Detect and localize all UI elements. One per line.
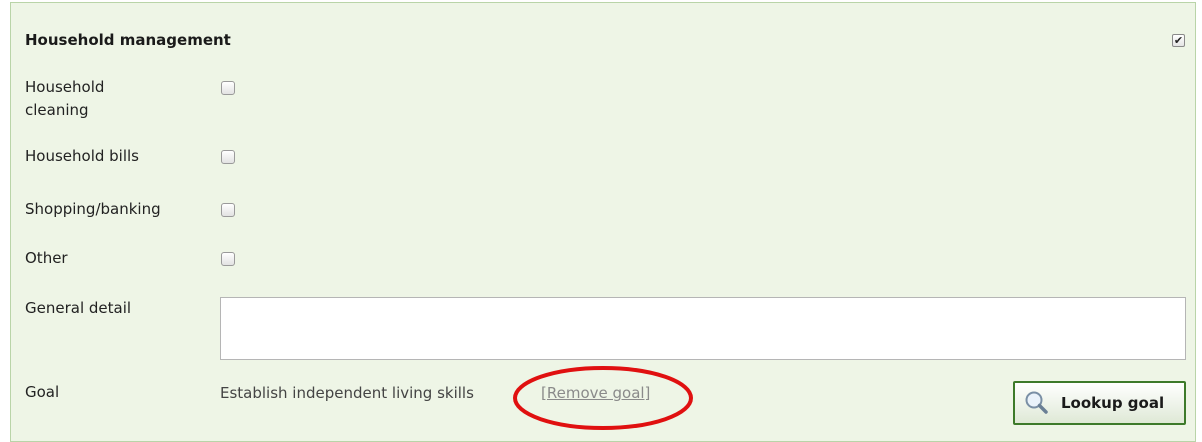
row-label-other: Other [25,249,68,267]
checkmark-icon: ✔ [1173,34,1184,47]
household-management-panel [10,2,1196,442]
shopping-banking-checkbox[interactable] [221,203,235,217]
magnifier-icon [1025,391,1048,414]
row-label-household-cleaning: Household cleaning [25,78,105,119]
lookup-goal-button[interactable]: Lookup goal [1013,381,1186,425]
lookup-goal-label: Lookup goal [1061,394,1165,412]
goal-value: Establish independent living skills [220,384,474,402]
goal-label: Goal [25,383,60,401]
row-label-shopping-banking: Shopping/banking [25,200,161,218]
household-cleaning-checkbox[interactable] [221,81,235,95]
section-enabled-checkbox[interactable]: ✔ [1172,34,1185,47]
general-detail-textarea[interactable] [220,297,1186,360]
household-bills-checkbox[interactable] [221,150,235,164]
row-label-household-bills: Household bills [25,147,139,165]
section-title: Household management [25,31,231,49]
other-checkbox[interactable] [221,252,235,266]
remove-goal-link[interactable]: [Remove goal] [541,384,650,402]
general-detail-label: General detail [25,299,132,317]
